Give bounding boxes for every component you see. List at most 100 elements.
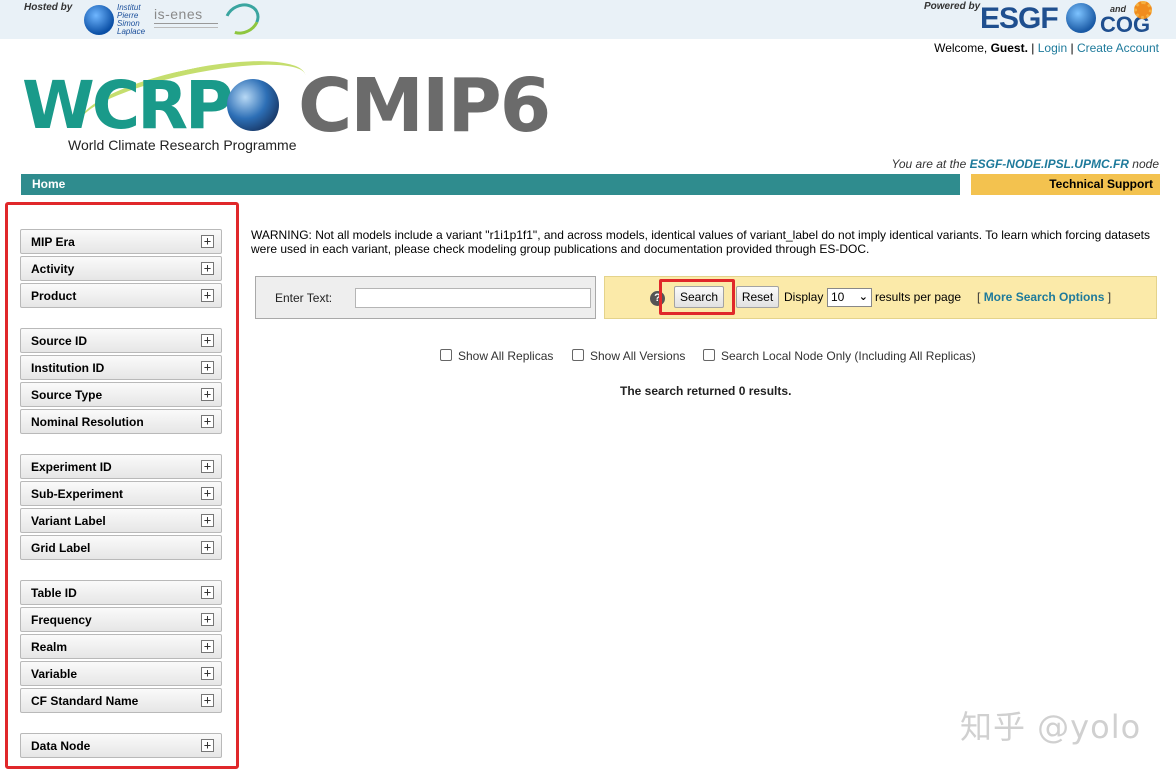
earth-globe-icon <box>227 79 279 131</box>
facet-source-type[interactable]: Source Type + <box>20 382 222 407</box>
technical-support-link[interactable]: Technical Support <box>971 174 1160 195</box>
hosted-bar: Hosted by Institut Pierre Simon Laplace … <box>0 0 1176 41</box>
search-input[interactable] <box>355 288 591 308</box>
option-search-local-node[interactable]: Search Local Node Only (Including All Re… <box>703 349 976 363</box>
login-link[interactable]: Login <box>1038 41 1067 55</box>
facet-label: Frequency <box>31 613 92 627</box>
expand-plus-icon[interactable]: + <box>201 541 214 554</box>
wcrp-subtitle: World Climate Research Programme <box>68 137 297 153</box>
facet-nominal-resolution[interactable]: Nominal Resolution + <box>20 409 222 434</box>
facet-label: Variant Label <box>31 514 106 528</box>
facet-activity[interactable]: Activity + <box>20 256 222 281</box>
facet-label: MIP Era <box>31 235 75 249</box>
main-nav-bar: Home <box>21 174 960 195</box>
facet-label: Grid Label <box>31 541 91 555</box>
facet-mip-era[interactable]: MIP Era + <box>20 229 222 254</box>
expand-plus-icon[interactable]: + <box>201 586 214 599</box>
node-info: You are at the ESGF-NODE.IPSL.UPMC.FR no… <box>892 157 1159 171</box>
search-local-node-checkbox[interactable] <box>703 349 715 361</box>
expand-plus-icon[interactable]: + <box>201 289 214 302</box>
hosted-by-label: Hosted by <box>24 2 73 13</box>
node-info-suffix: node <box>1132 157 1159 171</box>
expand-plus-icon[interactable]: + <box>201 694 214 707</box>
option-show-all-replicas[interactable]: Show All Replicas <box>440 349 553 363</box>
option-show-all-versions[interactable]: Show All Versions <box>572 349 685 363</box>
facet-realm[interactable]: Realm + <box>20 634 222 659</box>
powered-by-label: Powered by <box>924 1 981 12</box>
separator: | <box>1031 41 1035 55</box>
results-per-page-value: 10 <box>831 290 845 304</box>
show-all-versions-checkbox[interactable] <box>572 349 584 361</box>
search-button[interactable]: Search <box>674 286 724 308</box>
text-search-box: Enter Text: <box>255 276 596 319</box>
facet-frequency[interactable]: Frequency + <box>20 607 222 632</box>
facet-label: Source ID <box>31 334 88 348</box>
variant-warning: WARNING: Not all models include a varian… <box>251 228 1150 256</box>
expand-plus-icon[interactable]: + <box>201 640 214 653</box>
results-per-page-label: results per page <box>875 290 962 304</box>
facet-label: Source Type <box>31 388 103 402</box>
facet-product[interactable]: Product + <box>20 283 222 308</box>
facet-source-id[interactable]: Source ID + <box>20 328 222 353</box>
facet-label: Product <box>31 289 77 303</box>
separator: | <box>1070 41 1074 55</box>
expand-plus-icon[interactable]: + <box>201 460 214 473</box>
facet-variant-label[interactable]: Variant Label + <box>20 508 222 533</box>
more-search-options-link[interactable]: More Search Options <box>984 290 1105 304</box>
create-account-link[interactable]: Create Account <box>1077 41 1159 55</box>
facet-experiment-id[interactable]: Experiment ID + <box>20 454 222 479</box>
welcome-line: Welcome, Guest. | Login | Create Account <box>934 41 1159 55</box>
expand-plus-icon[interactable]: + <box>201 388 214 401</box>
expand-plus-icon[interactable]: + <box>201 487 214 500</box>
welcome-user: Guest. <box>990 41 1028 55</box>
expand-plus-icon[interactable]: + <box>201 613 214 626</box>
expand-plus-icon[interactable]: + <box>201 235 214 248</box>
expand-plus-icon[interactable]: + <box>201 415 214 428</box>
reset-button[interactable]: Reset <box>736 286 779 308</box>
wcrp-logo-text: WCRP <box>22 67 233 144</box>
facet-cf-standard-name[interactable]: CF Standard Name + <box>20 688 222 713</box>
bracket-close: ] <box>1107 290 1112 304</box>
more-search-options: [ More Search Options ] <box>977 290 1111 304</box>
facet-label: Sub-Experiment <box>31 487 124 501</box>
node-info-prefix: You are at the <box>891 157 967 171</box>
facet-variable[interactable]: Variable + <box>20 661 222 686</box>
node-name: ESGF-NODE.IPSL.UPMC.FR <box>969 157 1129 171</box>
ipsl-globe-icon <box>84 5 114 35</box>
welcome-prefix: Welcome, <box>934 41 988 55</box>
nav-home-link[interactable]: Home <box>32 177 65 191</box>
facet-label: Experiment ID <box>31 460 112 474</box>
chevron-down-icon: ⌄ <box>858 291 868 303</box>
watermark: 知乎 @yolo <box>960 708 1142 746</box>
search-result-message: The search returned 0 results. <box>620 384 792 398</box>
facet-label: Table ID <box>31 586 77 600</box>
isenes-logo[interactable]: is-enes <box>154 0 265 41</box>
expand-plus-icon[interactable]: + <box>201 739 214 752</box>
cmip6-logo-text: CMIP6 <box>298 63 551 149</box>
display-label: Display <box>784 290 824 304</box>
enter-text-label: Enter Text: <box>275 291 333 305</box>
facet-label: Data Node <box>31 739 91 753</box>
gear-icon <box>1134 1 1152 19</box>
facet-data-node[interactable]: Data Node + <box>20 733 222 758</box>
esgf-logo[interactable]: ESGF <box>980 2 1059 36</box>
expand-plus-icon[interactable]: + <box>201 361 214 374</box>
expand-plus-icon[interactable]: + <box>201 334 214 347</box>
expand-plus-icon[interactable]: + <box>201 514 214 527</box>
isenes-logo-text: is-enes <box>154 6 203 22</box>
bracket-open: [ <box>977 290 981 304</box>
expand-plus-icon[interactable]: + <box>201 262 214 275</box>
facet-label: Activity <box>31 262 75 276</box>
facet-sub-experiment[interactable]: Sub-Experiment + <box>20 481 222 506</box>
show-all-replicas-checkbox[interactable] <box>440 349 452 361</box>
cmip6-banner[interactable]: WCRP CMIP6 World Climate Research Progra… <box>22 45 582 155</box>
facet-grid-label[interactable]: Grid Label + <box>20 535 222 560</box>
results-per-page-select[interactable]: 10 ⌄ <box>827 288 872 307</box>
facet-label: Institution ID <box>31 361 105 375</box>
ipsl-logo[interactable]: Institut Pierre Simon Laplace <box>84 4 146 36</box>
facet-label: Variable <box>31 667 78 681</box>
facet-table-id[interactable]: Table ID + <box>20 580 222 605</box>
facet-institution-id[interactable]: Institution ID + <box>20 355 222 380</box>
expand-plus-icon[interactable]: + <box>201 667 214 680</box>
show-all-versions-label: Show All Versions <box>590 349 686 363</box>
